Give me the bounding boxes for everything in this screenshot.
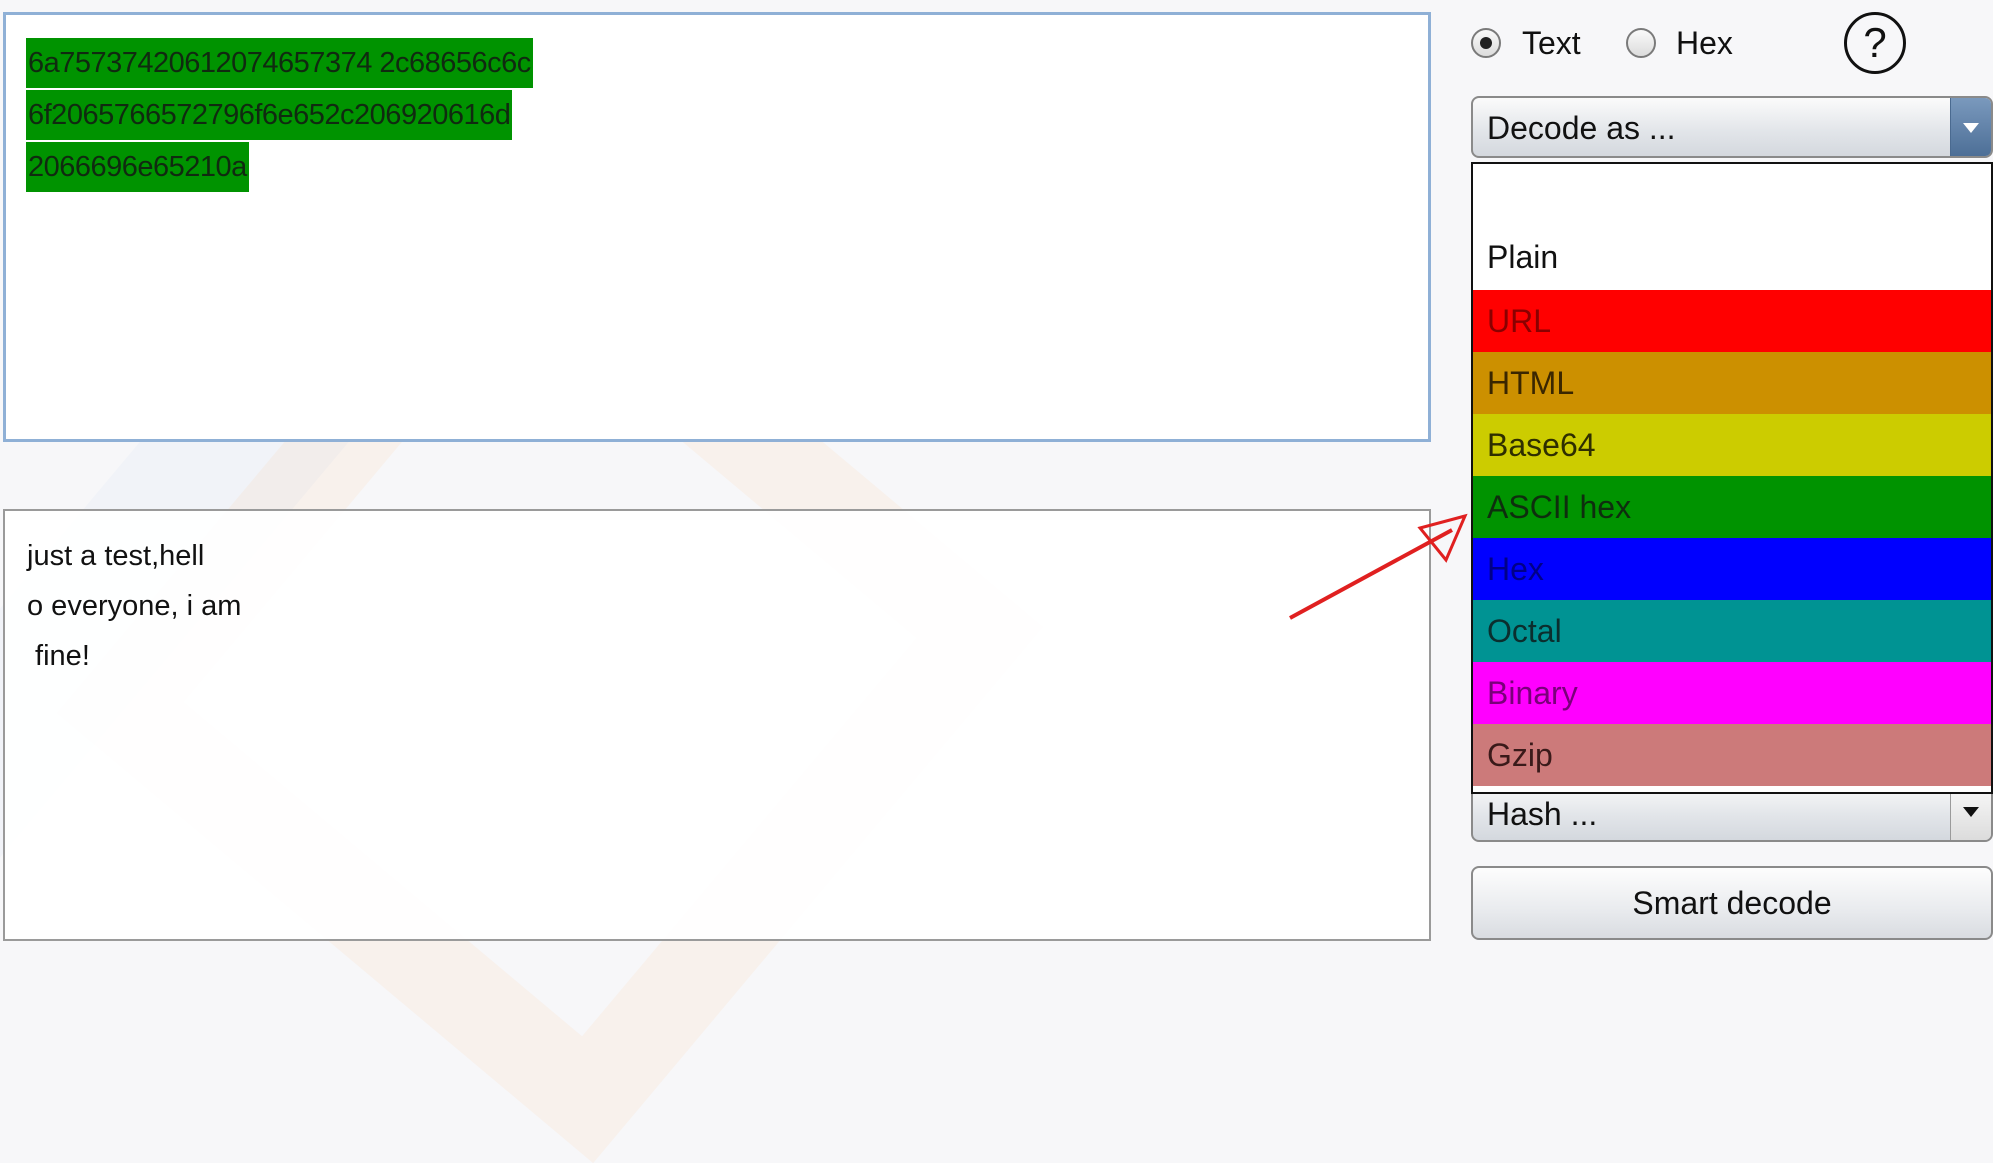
hex-radio[interactable] xyxy=(1626,28,1656,58)
input-line: 6f2065766572796f6e652c206920616d xyxy=(26,90,513,140)
output-line: o everyone, i am xyxy=(27,590,242,622)
decode-option-hex[interactable]: Hex xyxy=(1473,538,1991,600)
decode-as-dropdown[interactable]: Decode as ... xyxy=(1471,96,1993,158)
chevron-down-icon[interactable] xyxy=(1950,98,1991,156)
hex-radio-label[interactable]: Hex xyxy=(1676,23,1733,63)
text-radio-label[interactable]: Text xyxy=(1522,23,1581,63)
input-line: 2066696e65210a xyxy=(26,142,249,192)
output-line: just a test,hell xyxy=(27,540,205,572)
output-line: fine! xyxy=(27,640,90,672)
text-radio[interactable] xyxy=(1471,28,1501,58)
smart-decode-button[interactable]: Smart decode xyxy=(1471,866,1993,940)
decode-option-gzip[interactable]: Gzip xyxy=(1473,724,1991,786)
arrow-shaft xyxy=(1289,528,1453,620)
output-text-area[interactable]: just a test,hell o everyone, i am fine! xyxy=(3,509,1431,941)
decode-option-plain[interactable]: Plain xyxy=(1473,226,1991,288)
help-icon[interactable]: ? xyxy=(1844,12,1906,74)
decode-option-url[interactable]: URL xyxy=(1473,290,1991,352)
hash-label: Hash ... xyxy=(1487,796,1598,832)
decode-option-octal[interactable]: Octal xyxy=(1473,600,1991,662)
decode-option-ascii-hex[interactable]: ASCII hex xyxy=(1473,476,1991,538)
decode-options-list: Plain URL HTML Base64 ASCII hex Hex Octal Binar… xyxy=(1471,162,1993,794)
decode-option-binary[interactable]: Binary xyxy=(1473,662,1991,724)
decode-option-html[interactable]: HTML xyxy=(1473,352,1991,414)
arrow-head xyxy=(1417,513,1468,563)
input-text-area[interactable]: 6a75737420612074657374 2c68656c6c 6f2065… xyxy=(3,12,1431,442)
annotation-arrow-icon xyxy=(1289,513,1468,620)
decode-as-label: Decode as ... xyxy=(1487,110,1676,146)
input-line: 6a75737420612074657374 2c68656c6c xyxy=(26,38,533,88)
decode-option-base64[interactable]: Base64 xyxy=(1473,414,1991,476)
decode-option-blank[interactable] xyxy=(1473,164,1991,226)
